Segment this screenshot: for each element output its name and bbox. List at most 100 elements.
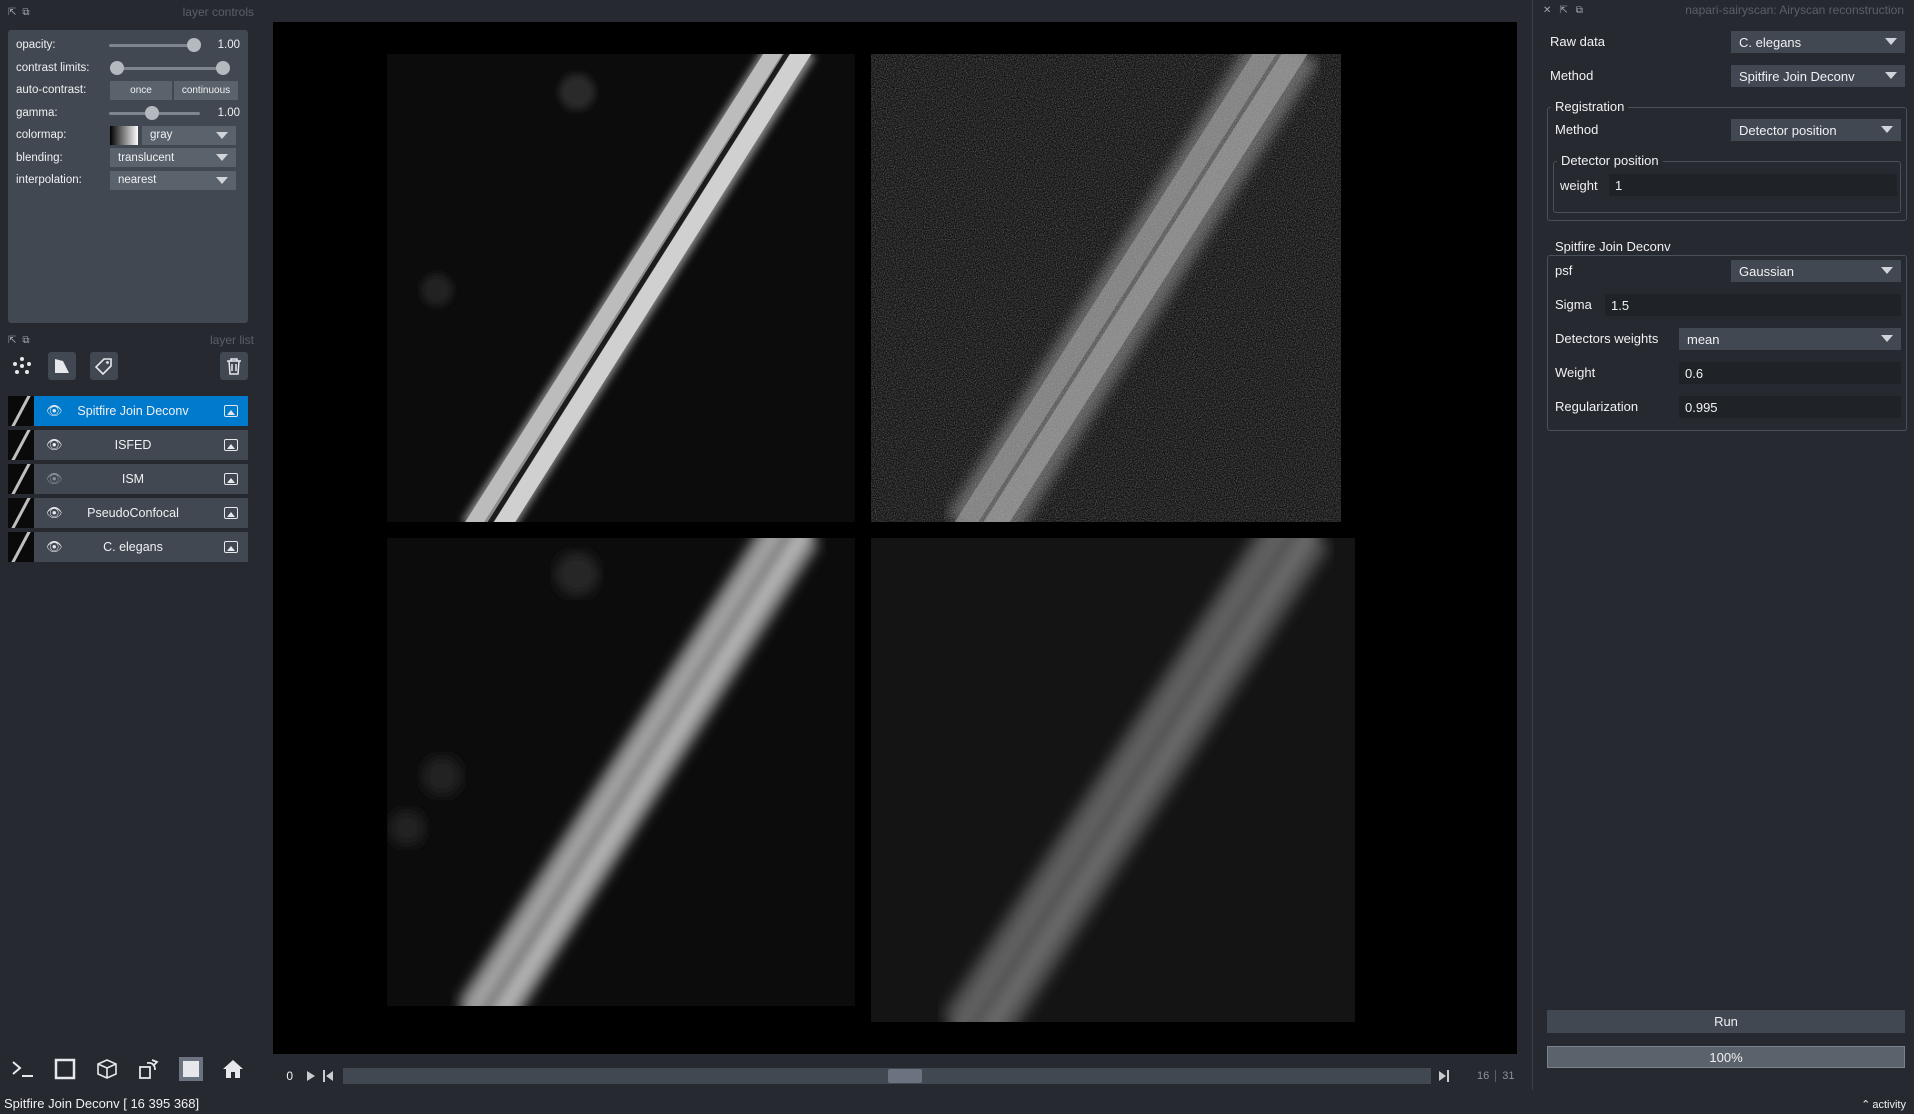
step-forward-icon[interactable] [1439, 1070, 1449, 1082]
layer-row-pseudoconfocal[interactable]: 👁 PseudoConfocal [8, 498, 248, 528]
step-back-icon[interactable] [323, 1070, 333, 1082]
layer-row-celegans[interactable]: 👁 C. elegans [8, 532, 248, 562]
contrast-row: contrast limits: [16, 57, 240, 80]
layer-list: 👁 Spitfire Join Deconv 👁 ISFED 👁 ISM 👁 P… [8, 396, 248, 566]
square-outline-icon [54, 1058, 76, 1080]
chevron-up-icon: ⌃ [1861, 1099, 1871, 1111]
method-combo[interactable]: Spitfire Join Deconv [1731, 65, 1905, 87]
undock-icon[interactable]: ⧉ [22, 335, 29, 346]
status-bar: Spitfire Join Deconv [ 16 395 368] [0, 1092, 1914, 1114]
image-icon [224, 439, 238, 451]
layer-controls-titlebar: ⇱ ⧉ layer controls [8, 2, 254, 22]
activity-label: activity [1872, 1098, 1906, 1111]
grid-square-icon [179, 1057, 203, 1081]
layer-buttons [8, 352, 248, 384]
play-icon[interactable] [307, 1071, 315, 1081]
fiber-image [421, 54, 816, 522]
interpolation-combo[interactable]: nearest [110, 170, 236, 190]
contrast-max-thumb[interactable] [216, 60, 230, 75]
gamma-label: gamma: [16, 106, 58, 119]
registration-method-label: Method [1555, 122, 1599, 137]
plugin-dock: ✕ ⇱ ⧉ napari-sairyscan: Airyscan reconstru… [1532, 0, 1914, 1090]
tile-top-left [387, 54, 855, 522]
contrast-range-slider[interactable] [110, 60, 230, 75]
image-canvas[interactable] [273, 22, 1517, 1054]
contrast-label: contrast limits: [16, 61, 90, 74]
layer-thumbnail [8, 396, 34, 426]
gamma-slider[interactable] [109, 105, 201, 120]
regularization-label: Regularization [1555, 399, 1639, 414]
raw-data-combo[interactable]: C. elegans [1731, 31, 1905, 53]
close-icon[interactable]: ✕ [1543, 5, 1551, 16]
psf-combo[interactable]: Gaussian [1731, 260, 1901, 282]
contrast-min-thumb[interactable] [110, 60, 124, 75]
float-icon[interactable]: ⇱ [8, 7, 16, 18]
layer-name: Spitfire Join Deconv [77, 404, 189, 418]
blending-label: blending: [16, 151, 63, 164]
layer-thumbnail [8, 430, 34, 460]
delete-layer-button[interactable] [220, 352, 248, 380]
blending-combo[interactable]: translucent [110, 148, 236, 168]
activity-button[interactable]: ⌃ activity [1861, 1098, 1906, 1112]
dims-current-label: 0 [286, 1069, 293, 1083]
gamma-value: 1.00 [217, 106, 240, 119]
float-icon[interactable]: ⇱ [8, 335, 16, 346]
terminal-icon [12, 1061, 33, 1077]
layer-name: ISFED [114, 438, 152, 452]
opacity-slider[interactable] [109, 38, 202, 53]
layer-row-spitfire[interactable]: 👁 Spitfire Join Deconv [8, 396, 248, 426]
viewer-buttons [8, 1054, 248, 1084]
weight-input[interactable]: 0.6 [1679, 362, 1901, 384]
registration-method-combo[interactable]: Detector position [1731, 119, 1901, 141]
run-button[interactable]: Run [1547, 1010, 1905, 1033]
undock-icon[interactable]: ⧉ [22, 7, 29, 18]
grid-button[interactable] [176, 1054, 206, 1084]
float-icon[interactable]: ⇱ [1559, 5, 1567, 16]
detector-weight-input[interactable]: 1 [1609, 174, 1897, 196]
chevron-down-icon [216, 176, 228, 184]
colormap-combo[interactable]: gray [142, 125, 236, 145]
opacity-value: 1.00 [217, 39, 240, 52]
image-icon [224, 541, 238, 553]
home-icon [223, 1060, 243, 1078]
dims-value[interactable]: 16 [1477, 1070, 1489, 1082]
fiber-image-noisy [871, 54, 1341, 522]
layer-controls-title: layer controls [182, 5, 254, 19]
gamma-slider-thumb[interactable] [145, 105, 160, 120]
raw-data-value: C. elegans [1739, 34, 1802, 50]
gamma-row: gamma: 1.00 [16, 102, 240, 125]
dims-slider-thumb[interactable] [888, 1069, 922, 1083]
opacity-label: opacity: [16, 39, 56, 52]
new-shapes-layer-button[interactable] [48, 352, 76, 380]
sigma-value: 1.5 [1611, 297, 1630, 313]
autocontrast-row: auto-contrast: once continuous [16, 79, 240, 102]
once-button[interactable]: once [110, 80, 172, 100]
sigma-input[interactable]: 1.5 [1605, 294, 1901, 316]
dims-slider[interactable] [343, 1068, 1431, 1084]
layer-row-isfed[interactable]: 👁 ISFED [8, 430, 248, 460]
opacity-slider-thumb[interactable] [187, 38, 202, 53]
console-button[interactable] [8, 1054, 38, 1084]
opacity-row: opacity: 1.00 [16, 34, 240, 57]
detectors-weights-combo[interactable]: mean [1679, 328, 1901, 350]
progress-bar: 100% [1547, 1046, 1905, 1068]
continuous-button[interactable]: continuous [174, 80, 238, 100]
new-labels-layer-button[interactable] [90, 352, 118, 380]
layer-thumbnail [8, 498, 34, 528]
undock-icon[interactable]: ⧉ [1576, 5, 1583, 16]
detector-weight-value: 1 [1615, 177, 1623, 193]
regularization-input[interactable]: 0.995 [1679, 396, 1901, 418]
cube-icon [97, 1059, 117, 1079]
chevron-down-icon [1881, 335, 1893, 342]
registration-title: Registration [1551, 99, 1629, 114]
layer-row-ism[interactable]: 👁 ISM [8, 464, 248, 494]
plugin-titlebar: ✕ ⇱ ⧉ napari-sairyscan: Airyscan reconstru… [1543, 0, 1904, 20]
layout-button[interactable] [50, 1054, 80, 1084]
ndisplay-button[interactable] [92, 1054, 122, 1084]
fiber-image-blurred [389, 538, 821, 1006]
polygon-icon [55, 359, 69, 373]
roll-button[interactable] [134, 1054, 164, 1084]
image-icon [224, 507, 238, 519]
new-points-layer-button[interactable] [8, 352, 36, 380]
home-button[interactable] [218, 1054, 248, 1084]
